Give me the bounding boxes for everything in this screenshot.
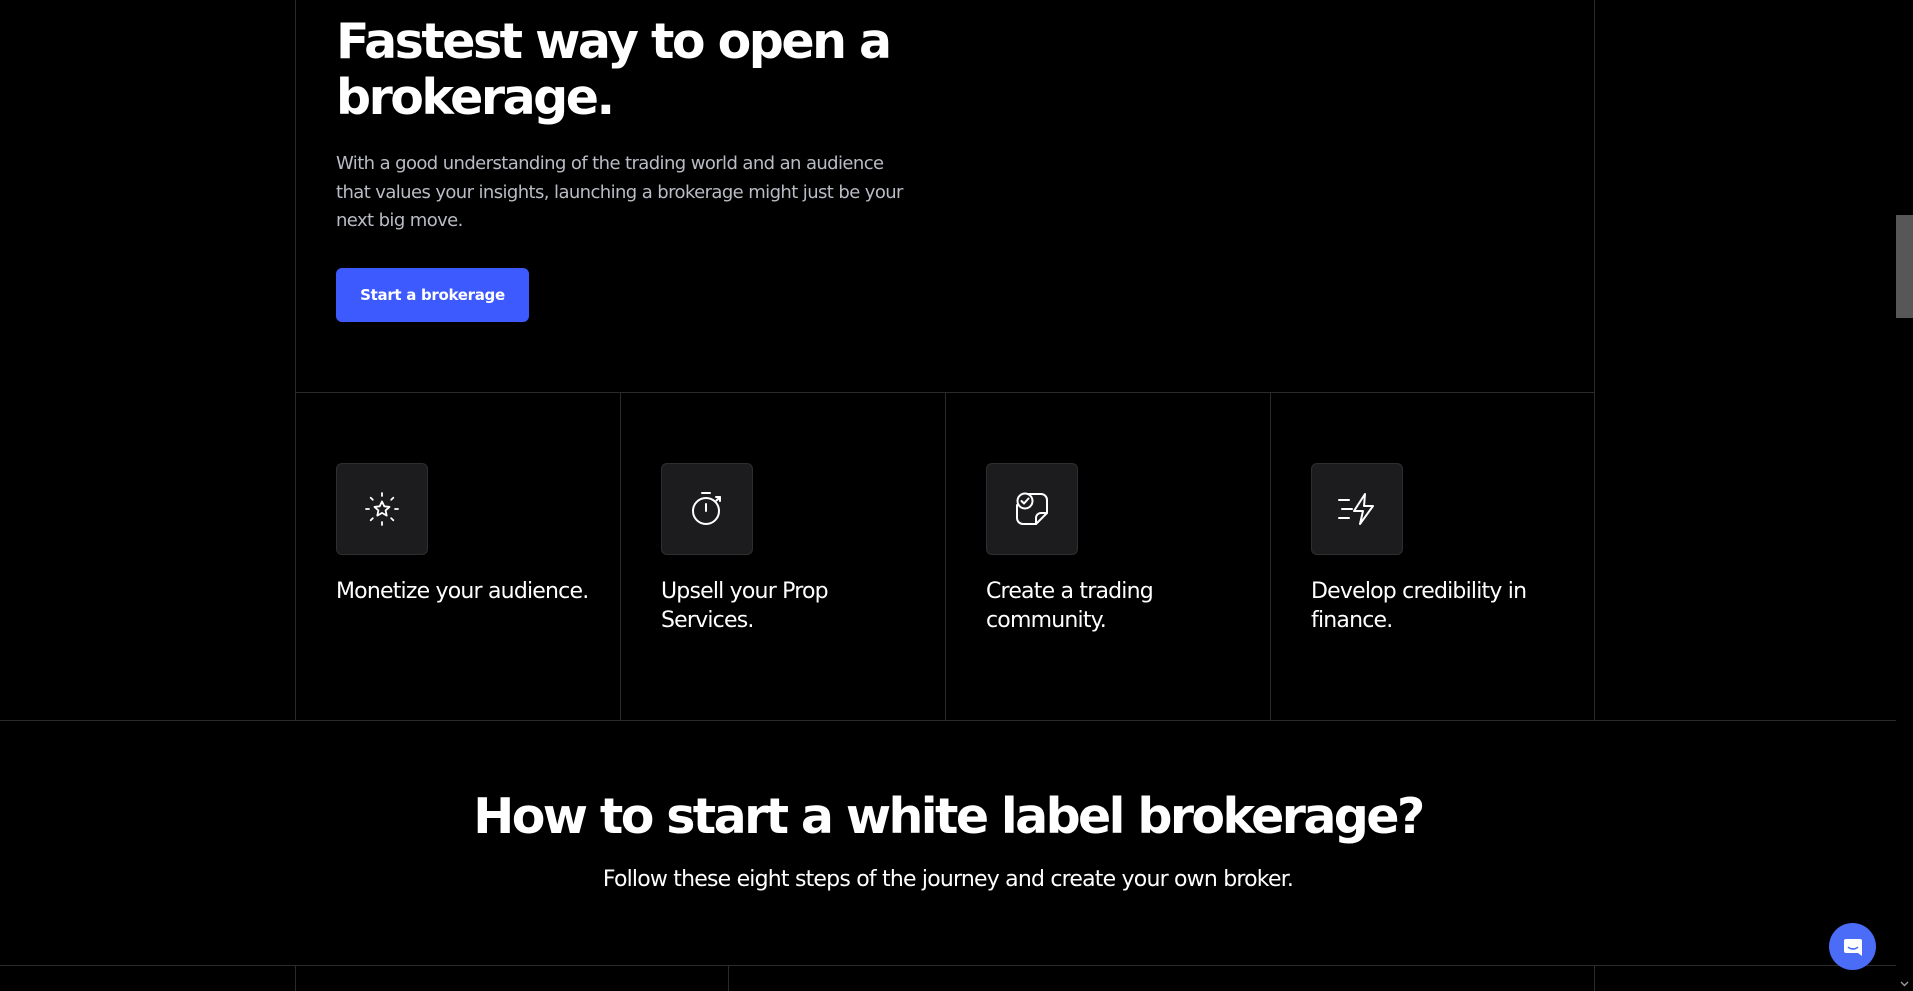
sparkle-star-icon (336, 463, 428, 555)
page: Fastest way to open a brokerage. With a … (0, 0, 1913, 991)
feature-title: Develop credibility in finance. (1311, 579, 1527, 633)
grid-line (295, 965, 296, 991)
grid-line (1594, 965, 1595, 991)
grid-line (945, 392, 946, 720)
scroll-down-arrow-icon[interactable] (1896, 976, 1913, 991)
start-brokerage-button[interactable]: Start a brokerage (336, 268, 529, 322)
scrollbar-thumb[interactable] (1896, 215, 1913, 318)
feature-card-monetize: Monetize your audience. (336, 463, 596, 606)
grid-line (620, 392, 621, 720)
section-subtitle: Follow these eight steps of the journey … (602, 867, 1294, 892)
grid-line (1270, 392, 1271, 720)
grid-line (295, 0, 296, 720)
feature-card-credibility: Develop credibility in finance. (1311, 463, 1571, 635)
chat-bubble-icon (1842, 936, 1864, 958)
feature-title: Upsell your Prop Services. (661, 579, 829, 633)
fast-lightning-icon (1311, 463, 1403, 555)
chat-launcher-button[interactable] (1829, 923, 1876, 970)
section-title: How to start a white label brokerage? (473, 788, 1425, 845)
grid-line (728, 965, 729, 991)
hero-description: With a good understanding of the trading… (336, 153, 903, 231)
community-note-icon (986, 463, 1078, 555)
hero-title: Fastest way to open a brokerage. (336, 13, 892, 126)
feature-title: Monetize your audience. (336, 579, 589, 604)
feature-card-community: Create a trading community. (986, 463, 1246, 635)
feature-title: Create a trading community. (986, 579, 1154, 633)
scrollbar-track[interactable] (1896, 0, 1913, 991)
section-divider (0, 720, 1896, 721)
stopwatch-icon (661, 463, 753, 555)
section-divider (0, 965, 1896, 966)
grid-line (1594, 0, 1595, 720)
feature-card-upsell: Upsell your Prop Services. (661, 463, 921, 635)
